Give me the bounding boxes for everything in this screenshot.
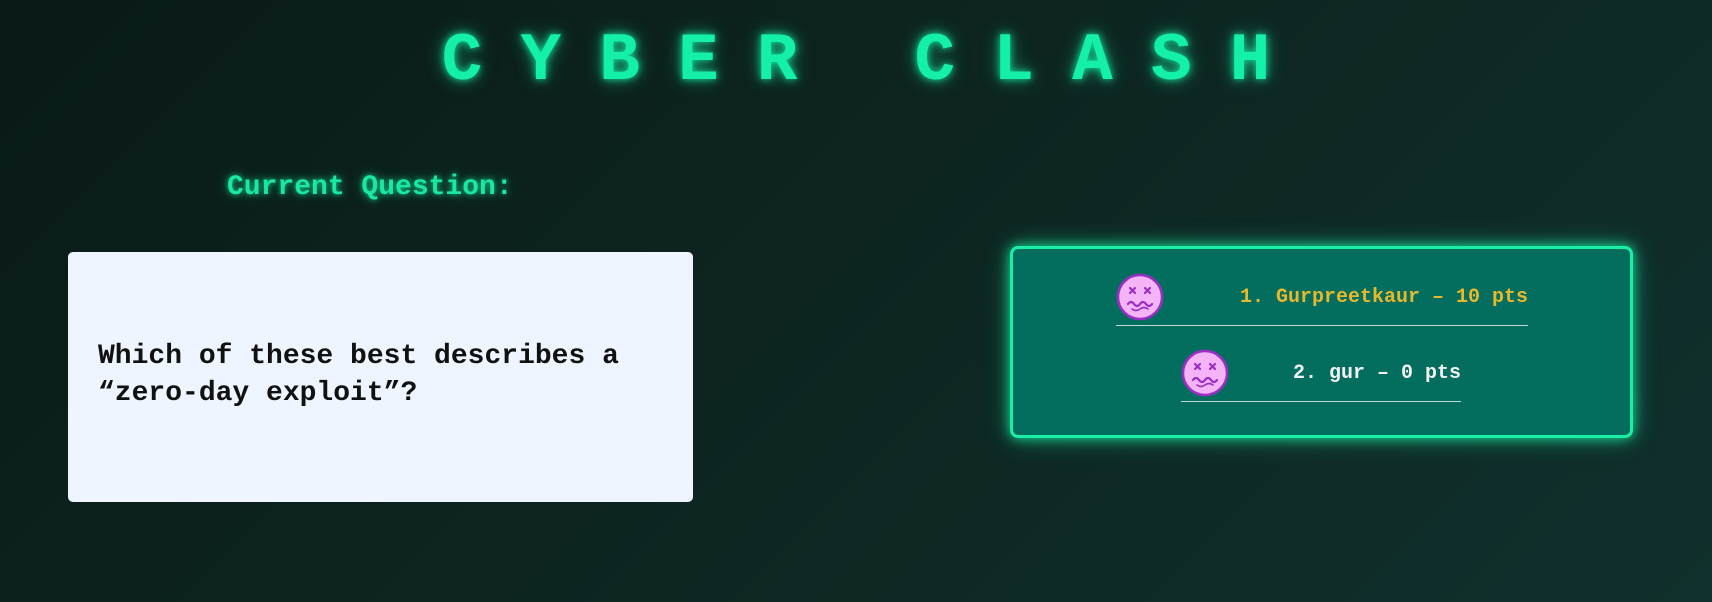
leaderboard-row: 1. Gurpreetkaur – 10 pts <box>1116 269 1528 326</box>
leaderboard-entry-text: 2. gur – 0 pts <box>1292 361 1461 385</box>
leaderboard-row: 2. gur – 0 pts <box>1181 345 1461 402</box>
question-text: Which of these best describes a “zero-da… <box>98 341 619 409</box>
question-card: Which of these best describes a “zero-da… <box>68 252 693 502</box>
leaderboard-entry-text: 1. Gurpreetkaur – 10 pts <box>1239 285 1528 309</box>
leaderboard-panel: 1. Gurpreetkaur – 10 pts 2. gur – 0 pts <box>1010 246 1633 438</box>
dizzy-face-icon <box>1181 349 1229 397</box>
game-title: CYBER CLASH <box>441 23 1309 100</box>
dizzy-face-icon <box>1116 273 1164 321</box>
current-question-label: Current Question: <box>227 172 513 203</box>
